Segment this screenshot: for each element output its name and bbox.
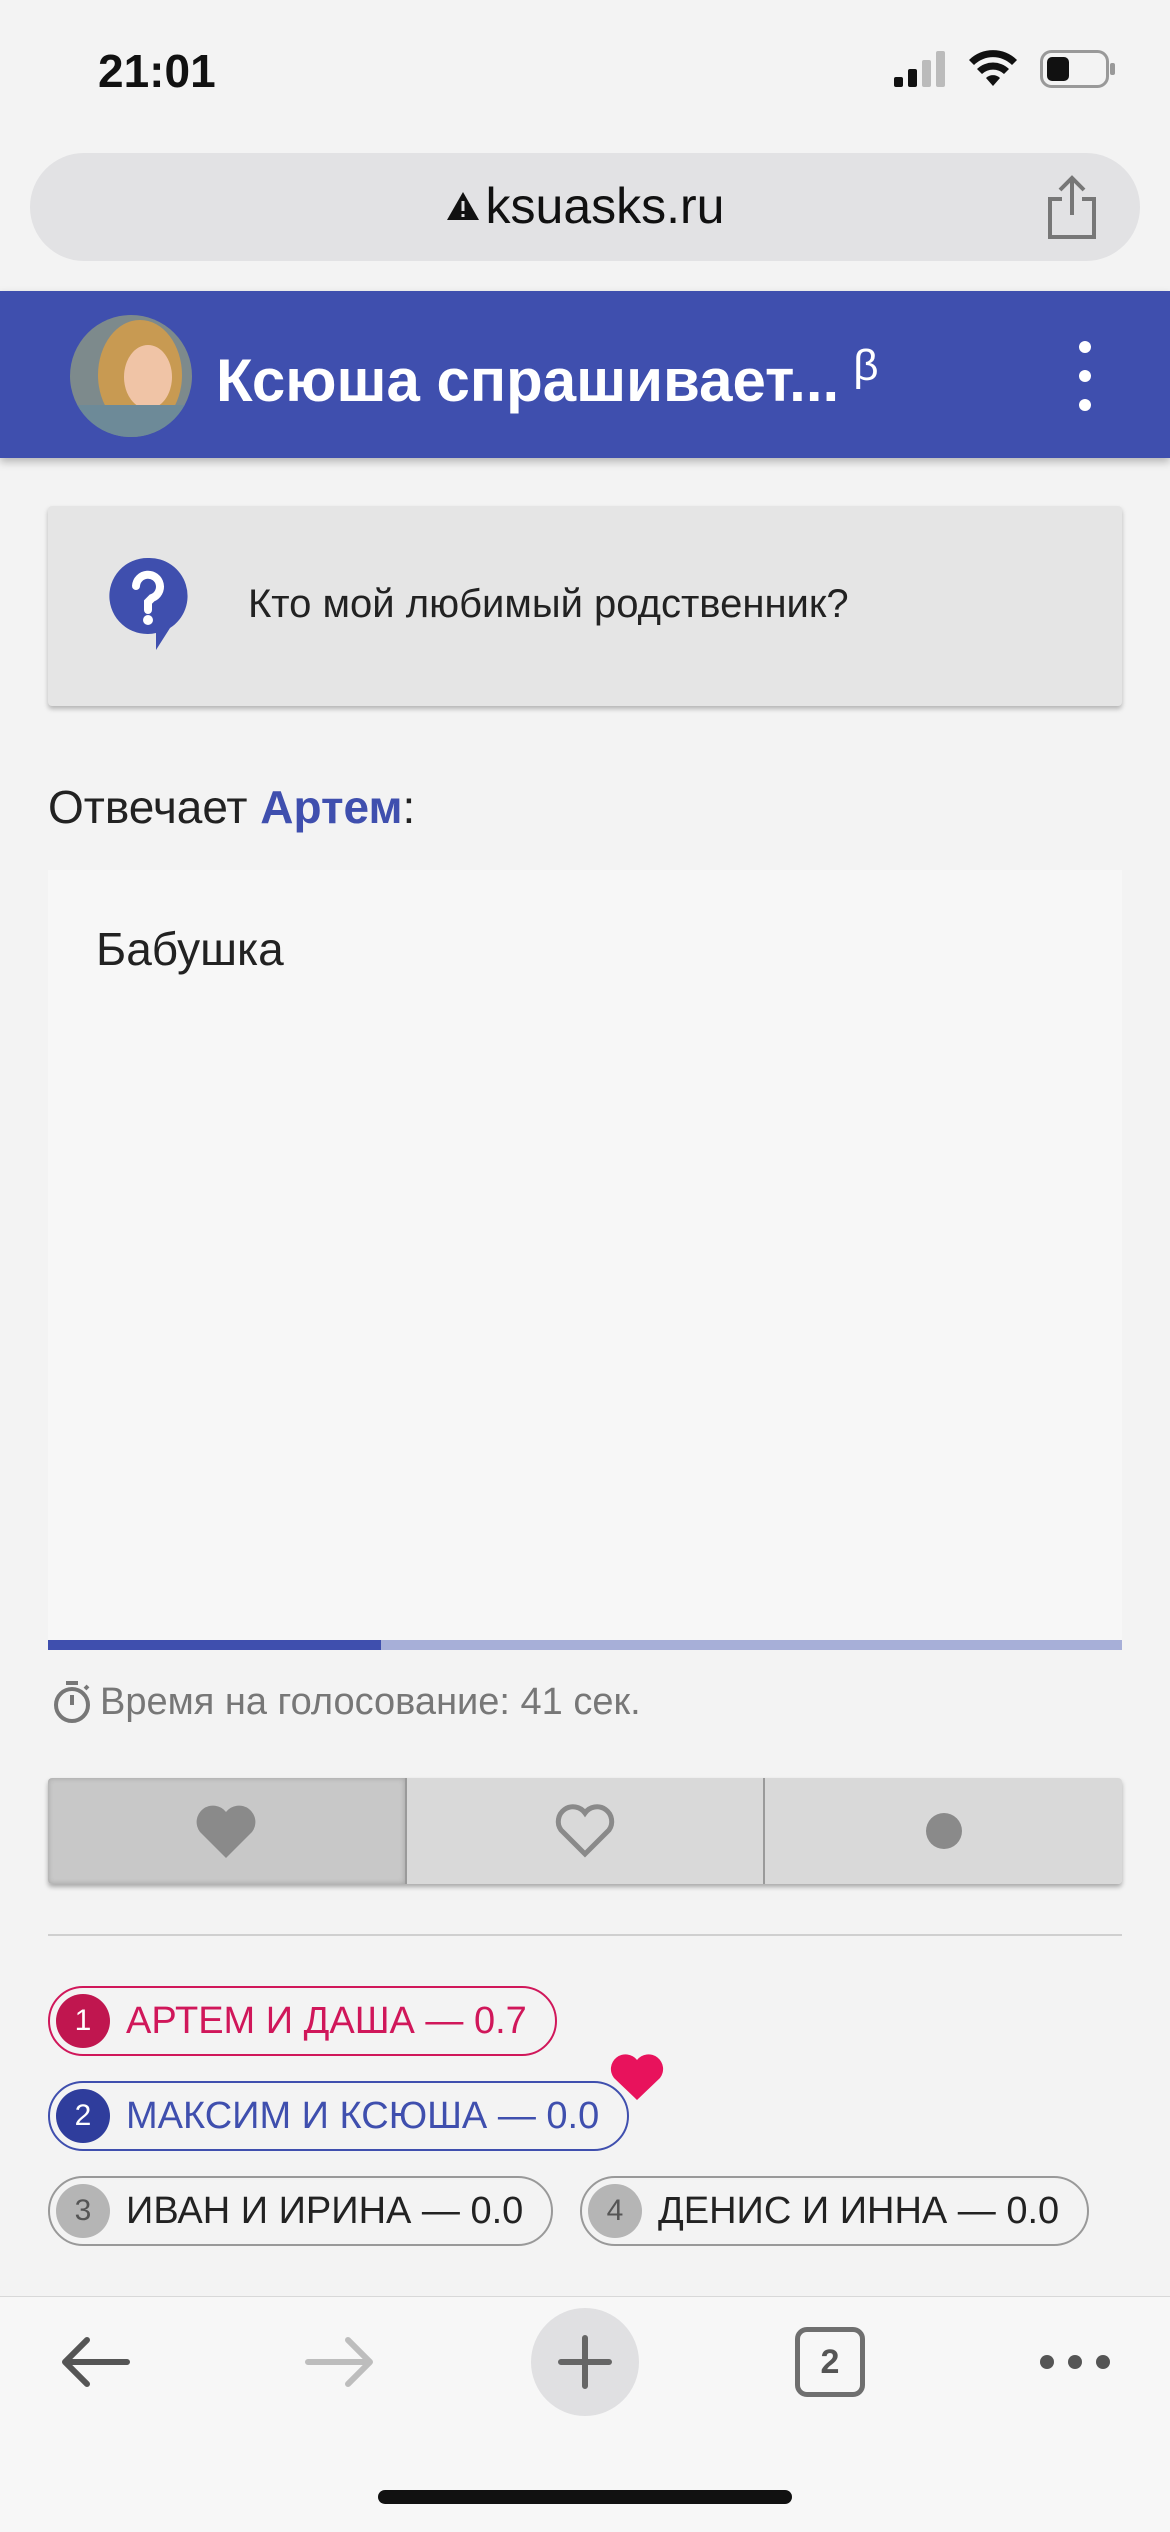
heart-badge-icon <box>610 2054 664 2100</box>
answerer-name[interactable]: Артем <box>260 781 402 833</box>
battery-icon <box>1040 50 1115 88</box>
arrow-left-icon <box>62 2337 130 2387</box>
vote-progress-bar <box>48 1640 1122 1650</box>
app-header: Ксюша спрашивает... β <box>0 291 1170 458</box>
avatar[interactable] <box>70 315 192 437</box>
ranking-number: 2 <box>56 2089 110 2143</box>
ranking-number: 4 <box>588 2184 642 2238</box>
question-icon <box>109 557 188 650</box>
ranking-number: 3 <box>56 2184 110 2238</box>
answering-label: Отвечает Артем: <box>48 780 415 834</box>
more-button[interactable] <box>1020 2297 1130 2427</box>
back-button[interactable] <box>40 2297 150 2427</box>
vote-timer: Время на голосование: 41 сек. <box>52 1680 641 1724</box>
answer-text: Бабушка <box>96 923 284 975</box>
warning-icon <box>446 191 479 220</box>
plus-icon <box>531 2308 639 2416</box>
new-tab-button[interactable] <box>530 2297 640 2427</box>
question-card: Кто мой любимый родственник? <box>48 506 1122 706</box>
dot-icon <box>925 1813 962 1849</box>
more-dots-icon <box>1040 2355 1110 2369</box>
tabs-button[interactable]: 2 <box>775 2297 885 2427</box>
share-icon[interactable] <box>1042 175 1102 241</box>
app-title-text: Ксюша спрашивает... <box>216 347 840 414</box>
question-text: Кто мой любимый родственник? <box>248 582 849 626</box>
vote-love-button[interactable] <box>48 1778 407 1884</box>
stopwatch-icon <box>54 1681 90 1723</box>
heart-filled-icon <box>196 1805 256 1858</box>
answering-prefix: Отвечает <box>48 781 261 833</box>
more-menu-icon[interactable] <box>1070 341 1100 411</box>
wifi-icon <box>969 50 1017 86</box>
heart-outline-icon <box>555 1804 615 1858</box>
vote-like-button[interactable] <box>406 1778 766 1884</box>
vote-timer-text: Время на голосование: 41 сек. <box>100 1680 641 1723</box>
ranking-chip-3[interactable]: 3 ИВАН И ИРИНА — 0.0 <box>48 2176 554 2246</box>
vote-buttons <box>48 1778 1122 1884</box>
ranking-chip-2[interactable]: 2 МАКСИМ И КСЮША — 0.0 <box>48 2081 630 2151</box>
ranking-number: 1 <box>56 1994 110 2048</box>
avatar-image <box>70 315 192 437</box>
arrow-right-icon <box>305 2337 373 2387</box>
status-bar: 21:01 <box>0 0 1170 140</box>
ranking-label: ИВАН И ИРИНА — 0.0 <box>126 2189 524 2232</box>
tab-count: 2 <box>795 2327 865 2397</box>
answer-box: Бабушка <box>48 870 1122 1650</box>
vote-progress-fill <box>48 1640 381 1650</box>
signal-icon <box>894 51 945 87</box>
divider <box>48 1934 1122 1936</box>
ranking-label: МАКСИМ И КСЮША — 0.0 <box>126 2094 600 2137</box>
ranking-label: ДЕНИС И ИННА — 0.0 <box>658 2189 1060 2232</box>
address-bar[interactable]: ksuasks.ru <box>30 153 1140 261</box>
status-time: 21:01 <box>98 45 216 97</box>
ranking-label: АРТЕМ И ДАША — 0.7 <box>126 1999 527 2042</box>
url-label: ksuasks.ru <box>485 178 725 234</box>
url-text: ksuasks.ru <box>30 177 1140 235</box>
app-title: Ксюша спрашивает... β <box>216 341 879 415</box>
vote-neutral-button[interactable] <box>765 1778 1122 1884</box>
forward-button[interactable] <box>285 2297 395 2427</box>
ranking-chip-4[interactable]: 4 ДЕНИС И ИННА — 0.0 <box>580 2176 1090 2246</box>
ranking-chip-1[interactable]: 1 АРТЕМ И ДАША — 0.7 <box>48 1986 557 2056</box>
home-indicator <box>378 2490 792 2504</box>
answering-suffix: : <box>402 781 416 833</box>
beta-mark: β <box>853 341 879 390</box>
status-icons <box>894 50 1116 88</box>
